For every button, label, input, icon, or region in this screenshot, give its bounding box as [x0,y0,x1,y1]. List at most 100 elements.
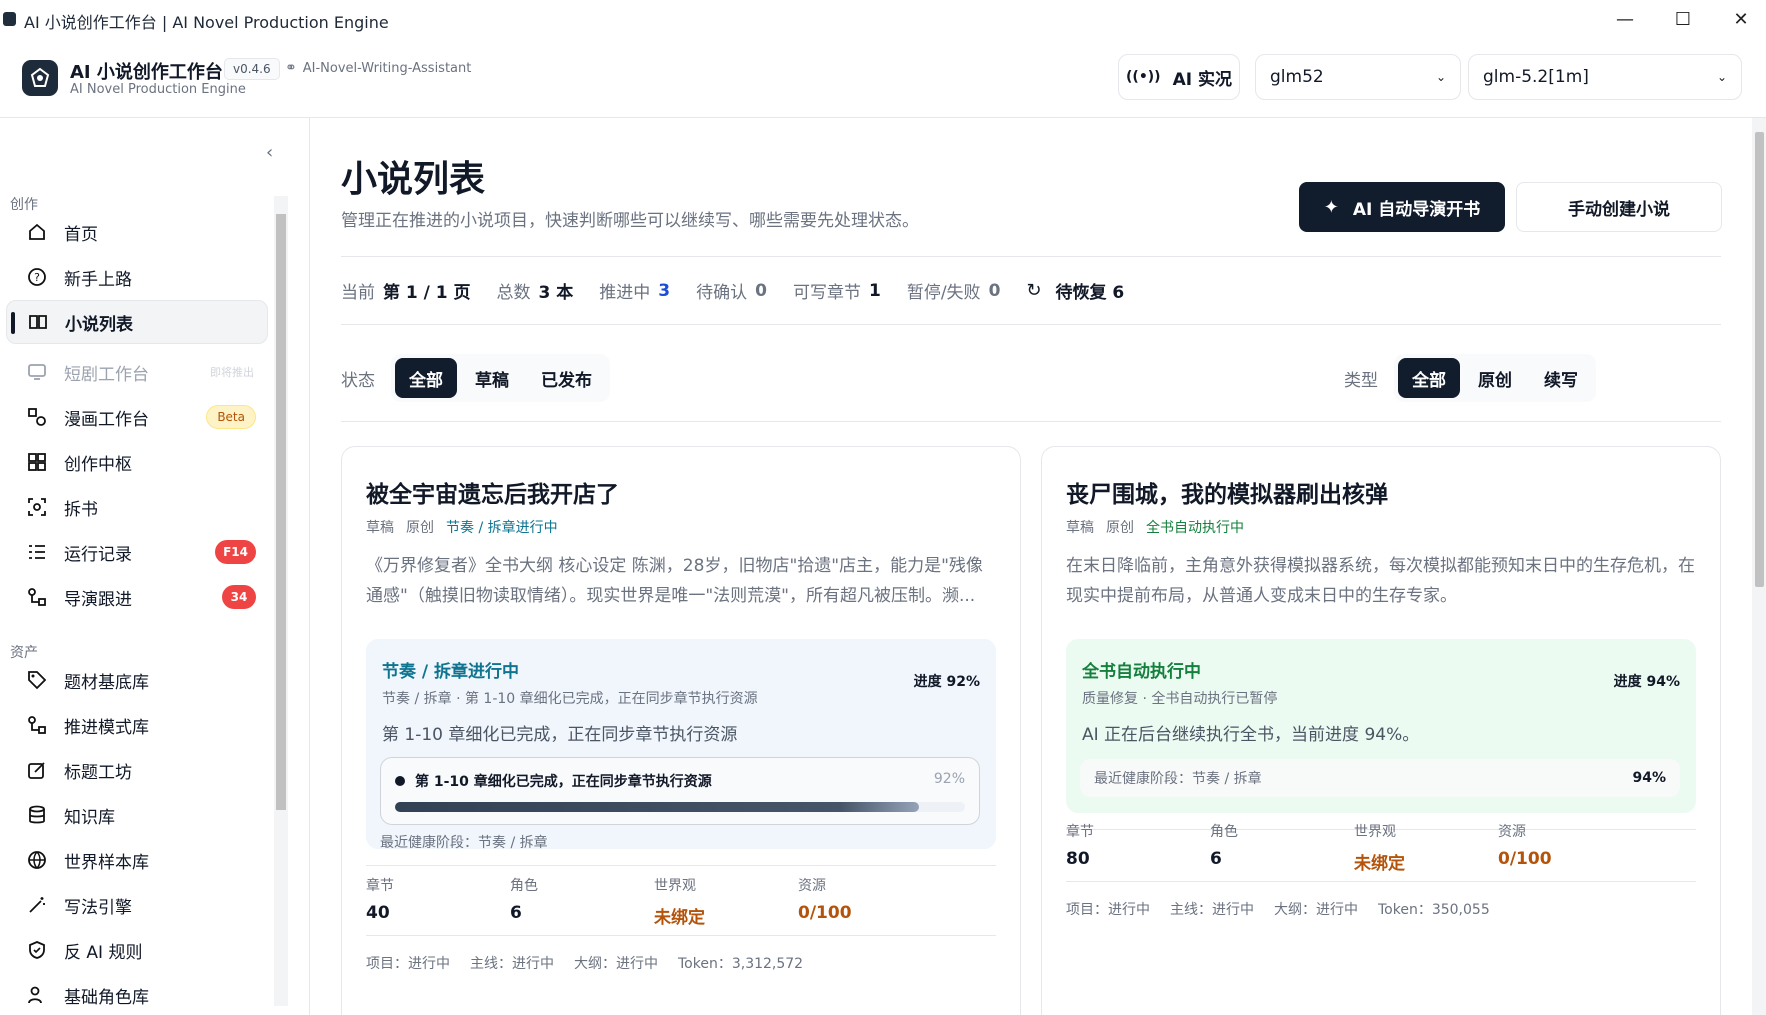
status-option-draft[interactable]: 草稿 [461,358,523,398]
window-titlebar: AI 小说创作工作台 | AI Novel Production Engine … [0,0,1766,38]
ai-director-create-button[interactable]: ✦ AI 自动导演开书 [1299,182,1505,232]
sidebar-item-label: 漫画工作台 [64,409,149,430]
director-badge: 34 [222,585,256,609]
sidebar-item-hub[interactable]: 创作中枢 [6,440,268,484]
total-value: 3 本 [538,283,574,303]
sidebar-item-label: 小说列表 [65,314,133,335]
sidebar-item-breakdown[interactable]: 拆书 [6,485,268,529]
provider-select[interactable]: glm52 ⌄ [1255,54,1461,100]
route-icon [26,714,48,736]
sidebar-item-label: 拆书 [64,499,98,520]
status-panel: 全书自动执行中 质量修复 · 全书自动执行已暂停 AI 正在后台继续执行全书，当… [1066,639,1696,813]
type-option-original[interactable]: 原创 [1464,358,1526,398]
broadcast-icon: ((•)) [1126,69,1161,85]
sidebar-item-knowledge[interactable]: 知识库 [6,793,268,837]
type-option-all[interactable]: 全部 [1398,358,1460,398]
status-title: 全书自动执行中 [1082,662,1201,682]
close-button[interactable]: ✕ [1716,4,1766,34]
scan-icon [26,496,48,518]
in-progress-label: 推进中 [599,283,651,303]
novel-kind: 原创 [1106,520,1134,536]
progress-pill: 第 1-10 章细化已完成，正在同步章节执行资源 92% [380,757,980,825]
model-select[interactable]: glm-5.2[1m] ⌄ [1468,54,1742,100]
sidebar-item-world-lib[interactable]: 世界样本库 [6,838,268,882]
card-footer: 项目：进行中 主线：进行中 大纲：进行中 Token：350,055 [1066,899,1490,919]
health-stage: 最近健康阶段：节奏 / 拆章 [380,835,548,851]
sidebar-item-label: 世界样本库 [64,852,149,873]
metric-label: 资源 [1498,824,1526,840]
shield-icon [26,939,48,961]
sidebar-item-title-studio[interactable]: 标题工坊 [6,748,268,792]
sidebar-item-onboarding[interactable]: ? 新手上路 [6,255,268,299]
status-subtitle: 质量修复 · 全书自动执行已暂停 [1082,691,1278,707]
sidebar-item-director[interactable]: 导演跟进 34 [6,575,268,619]
sidebar-item-label: 写法引擎 [64,897,132,918]
sidebar-item-label: 知识库 [64,807,115,828]
novel-title[interactable]: 被全宇宙遗忘后我开店了 [366,475,619,509]
footer-project: 项目：进行中 [1066,902,1150,918]
footer-outline: 大纲：进行中 [1274,902,1358,918]
sidebar-item-label: 反 AI 规则 [64,942,143,963]
health-percent: 94% [1632,770,1666,786]
beta-badge: Beta [206,405,256,429]
sidebar-item-label: 首页 [64,224,98,245]
sidebar-item-home[interactable]: 首页 [6,210,268,254]
divider [341,324,1721,325]
metric-chapters: 章节 40 [366,875,516,923]
sidebar-item-pacing-lib[interactable]: 推进模式库 [6,703,268,747]
model-value: glm-5.2[1m] [1483,67,1589,87]
status-progress: 进度 94% [1613,674,1680,690]
type-segmented-control: 全部 原创 续写 [1394,354,1596,402]
sidebar-item-style-engine[interactable]: 写法引擎 [6,883,268,927]
sidebar-item-label: 新手上路 [64,269,132,290]
novel-card[interactable]: 被全宇宙遗忘后我开店了 草稿 原创 节奏 / 拆章进行中 《万界修复者》全书大纲… [341,446,1021,1015]
chevron-down-icon: ⌄ [1716,70,1727,84]
novel-state: 草稿 [1066,520,1094,536]
metric-value: 6 [1210,849,1222,869]
type-option-continuation[interactable]: 续写 [1530,358,1592,398]
footer-token: Token：350,055 [1378,902,1490,918]
novel-meta: 草稿 原创 全书自动执行中 [1066,517,1244,537]
users-icon [26,984,48,1006]
metric-resources: 资源 0/100 [1498,821,1648,869]
stats-row: 当前 第 1 / 1 页 总数 3 本 推进中 3 待确认 0 可写章节 1 暂… [341,278,1124,303]
ai-director-label: AI 自动导演开书 [1352,199,1481,220]
list-icon [26,541,48,563]
page-scroll-thumb[interactable] [1755,132,1764,587]
ai-live-button[interactable]: ((•)) AI 实况 [1118,54,1240,100]
in-progress-value: 3 [658,280,671,301]
manual-create-button[interactable]: 手动创建小说 [1516,182,1722,232]
collapse-sidebar-button[interactable]: ‹ [266,142,273,163]
sidebar-item-comic[interactable]: 漫画工作台 Beta [6,395,268,439]
github-icon: ⚭ [285,60,297,76]
sidebar-item-label: 标题工坊 [64,762,132,783]
footer-token: Token：3,312,572 [678,956,804,972]
metric-label: 角色 [1210,824,1238,840]
status-option-all[interactable]: 全部 [395,358,457,398]
book-icon [27,311,49,333]
page-description: 管理正在推进的小说项目，快速判断哪些可以继续写、哪些需要先处理状态。 [341,211,919,231]
sidebar-scroll-thumb[interactable] [276,214,286,810]
novel-card[interactable]: 丧尸围城，我的模拟器刷出核弹 草稿 原创 全书自动执行中 在末日降临前，主角意外… [1041,446,1721,1015]
recover-label: 待恢复 6 [1055,283,1125,303]
repo-link[interactable]: ⚭ AI-Novel-Writing-Assistant [285,60,471,76]
sidebar-item-anti-ai[interactable]: 反 AI 规则 [6,928,268,972]
metric-value: 未绑定 [1354,854,1405,874]
sidebar-item-novel-list[interactable]: 小说列表 [6,300,268,344]
novel-meta: 草稿 原创 节奏 / 拆章进行中 [366,517,558,537]
metric-world: 世界观 未绑定 [1354,821,1504,874]
maximize-button[interactable]: ☐ [1658,4,1708,34]
sidebar-item-genre-lib[interactable]: 题材基底库 [6,658,268,702]
divider [341,421,1721,422]
status-dot [395,776,405,786]
writable-value: 1 [868,280,881,301]
paused-label: 暂停/失败 [906,283,981,303]
metric-value: 6 [510,903,522,923]
novel-title[interactable]: 丧尸围城，我的模拟器刷出核弹 [1066,475,1388,509]
sidebar-item-characters[interactable]: 基础角色库 [6,973,268,1015]
minimize-button[interactable]: — [1600,4,1650,34]
novel-state: 草稿 [366,520,394,536]
sidebar-item-run-log[interactable]: 运行记录 F14 [6,530,268,574]
status-option-published[interactable]: 已发布 [527,358,606,398]
recover-button[interactable]: ↻ 待恢复 6 [1026,278,1124,303]
